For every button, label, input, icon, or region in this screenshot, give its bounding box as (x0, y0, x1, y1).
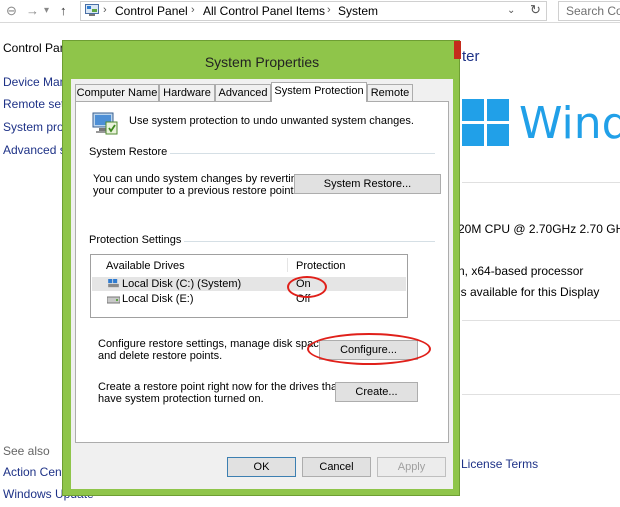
system-protection-link[interactable]: System prot (3, 120, 67, 134)
system-drive-icon (108, 279, 119, 288)
close-icon[interactable] (454, 41, 461, 59)
column-header-protection[interactable]: Protection (296, 260, 346, 272)
column-divider[interactable] (287, 258, 288, 272)
create-button[interactable]: Create... (335, 382, 418, 402)
tab-remote[interactable]: Remote (367, 84, 413, 101)
address-bar: ⊖ → ▾ ↑ › Control Panel › All Control Pa… (0, 0, 620, 23)
divider (462, 320, 620, 321)
control-panel-icon (85, 4, 99, 16)
tab-advanced[interactable]: Advanced (215, 84, 271, 101)
history-dropdown-icon[interactable]: ▾ (44, 5, 49, 16)
configure-description: Configure restore settings, manage disk … (98, 338, 328, 350)
configure-description: and delete restore points. (98, 350, 223, 362)
logo-tile (462, 99, 484, 121)
breadcrumb-control-panel[interactable]: Control Panel (115, 4, 188, 18)
cancel-button[interactable]: Cancel (302, 457, 371, 477)
windows-logo-text: Wind (519, 98, 620, 149)
os-type-info: n, x64-based processor (458, 264, 584, 278)
device-manager-link[interactable]: Device Man (3, 75, 66, 89)
breadcrumb-all-items[interactable]: All Control Panel Items (203, 4, 325, 18)
drives-list[interactable]: Available Drives Protection Local Disk (… (90, 254, 408, 318)
cpu-info: 20M CPU @ 2.70GHz 2.70 GHz (458, 222, 620, 236)
system-restore-group-label: System Restore (86, 146, 171, 158)
protection-settings-group-label: Protection Settings (86, 234, 185, 246)
system-heading: ter (462, 48, 480, 65)
drive-icon (107, 296, 120, 304)
create-description: have system protection turned on. (98, 393, 264, 405)
see-also-heading: See also (3, 444, 50, 458)
search-placeholder: Search Co (566, 4, 620, 18)
tab-system-protection[interactable]: System Protection (271, 82, 367, 102)
logo-tile (487, 124, 509, 146)
divider (462, 182, 620, 183)
address-dropdown-icon[interactable]: ⌄ (507, 5, 515, 16)
system-restore-description: your computer to a previous restore poin… (93, 185, 297, 197)
breadcrumb-separator: › (327, 4, 331, 16)
annotation-highlight-on (287, 276, 327, 298)
license-terms-link[interactable]: License Terms (461, 457, 538, 471)
address-box[interactable]: › Control Panel › All Control Panel Item… (80, 1, 547, 21)
system-protection-icon (92, 112, 118, 135)
drive-name[interactable]: Local Disk (E:) (122, 293, 194, 305)
column-header-drives[interactable]: Available Drives (106, 260, 185, 272)
create-description: Create a restore point right now for the… (98, 381, 341, 393)
drive-name[interactable]: Local Disk (C:) (System) (122, 278, 241, 290)
system-restore-description: You can undo system changes by reverting (93, 173, 303, 185)
breadcrumb-separator: › (191, 4, 195, 16)
tab-hardware[interactable]: Hardware (159, 84, 215, 101)
ok-button[interactable]: OK (227, 457, 296, 477)
system-properties-dialog: System Properties Computer Name Hardware… (62, 40, 461, 496)
divider (462, 394, 620, 395)
search-input[interactable]: Search Co (558, 1, 620, 21)
breadcrumb-separator: › (103, 4, 107, 16)
up-arrow-icon[interactable]: ↑ (60, 3, 67, 18)
intro-text: Use system protection to undo unwanted s… (129, 115, 414, 127)
tab-computer-name[interactable]: Computer Name (75, 84, 159, 101)
logo-tile (487, 99, 509, 121)
windows-logo-icon (462, 99, 510, 147)
apply-button[interactable]: Apply (377, 457, 446, 477)
refresh-icon[interactable]: ↻ (530, 2, 541, 18)
system-protection-panel: Use system protection to undo unwanted s… (75, 101, 449, 443)
logo-tile (462, 124, 484, 146)
pen-touch-info: is available for this Display (458, 285, 600, 299)
annotation-highlight-configure (307, 333, 431, 365)
dialog-title: System Properties (204, 54, 320, 70)
action-center-link[interactable]: Action Cent (3, 465, 65, 479)
system-restore-button[interactable]: System Restore... (294, 174, 441, 194)
breadcrumb-system[interactable]: System (338, 4, 378, 18)
remote-settings-link[interactable]: Remote sett (3, 97, 68, 111)
dialog-body: Computer Name Hardware Advanced System P… (71, 79, 453, 489)
back-arrow-icon[interactable]: ⊖ (6, 3, 17, 19)
forward-arrow-icon[interactable]: → (26, 3, 39, 18)
